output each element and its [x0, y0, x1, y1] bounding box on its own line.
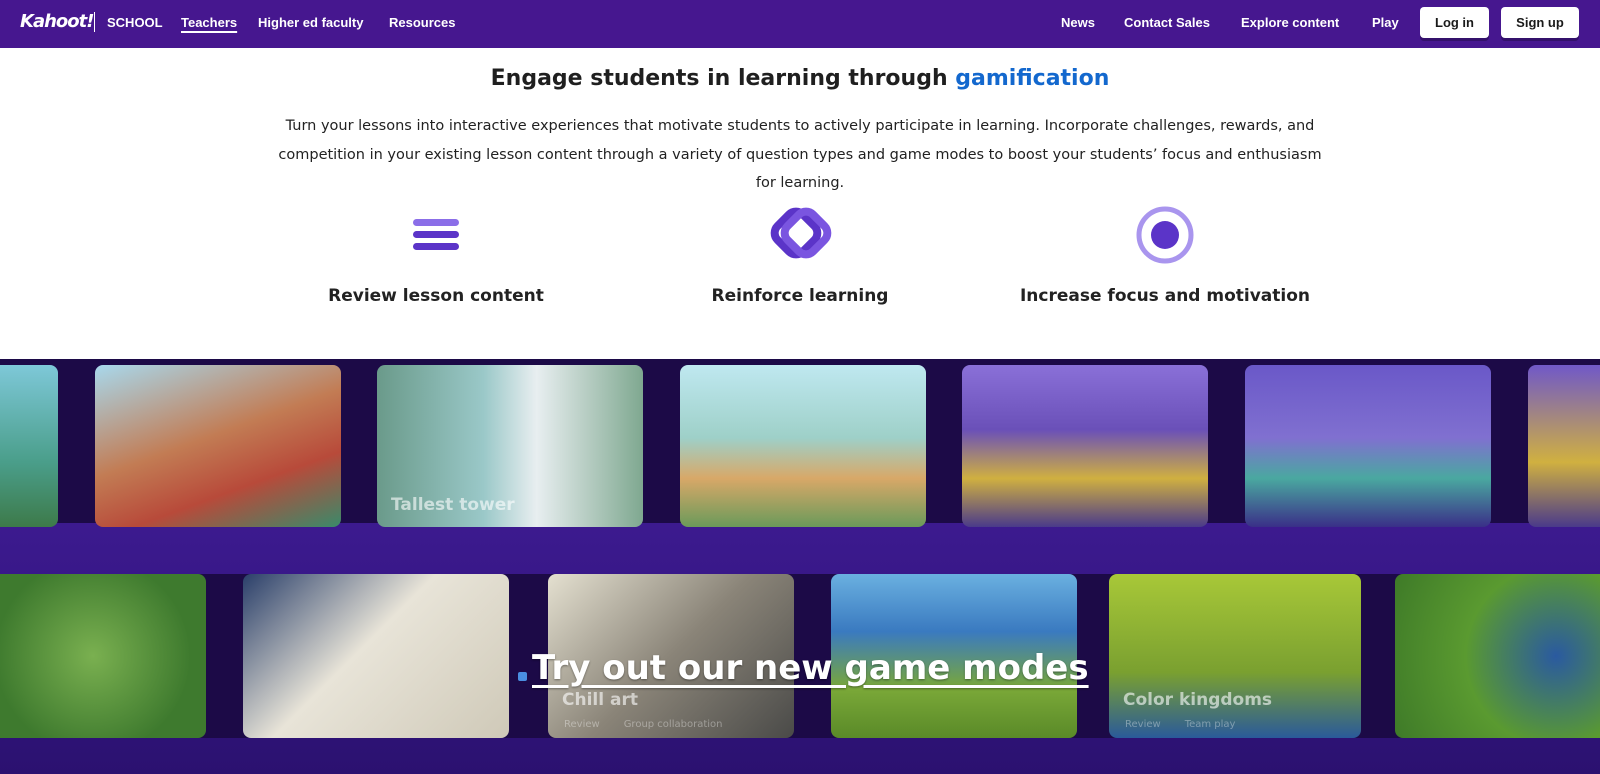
tag-review: Review — [1125, 719, 1161, 730]
nav-link-teachers[interactable]: Teachers — [181, 15, 237, 30]
feature-reinforce: Reinforce learning — [640, 204, 960, 306]
game-card[interactable] — [0, 574, 206, 738]
signup-button[interactable]: Sign up — [1501, 7, 1579, 38]
section-headline: Engage students in learning through gami… — [0, 66, 1600, 91]
try-game-modes-link[interactable]: Try out our new game modes — [532, 648, 1089, 688]
headline-accent: gamification — [955, 66, 1110, 91]
nav-link-contact-sales[interactable]: Contact Sales — [1124, 15, 1210, 30]
game-carousel-row-1: Tallest tower — [0, 359, 1600, 527]
game-card[interactable] — [0, 365, 58, 527]
nav-link-resources[interactable]: Resources — [389, 15, 455, 30]
game-card-tags: Review Group collaboration — [564, 719, 722, 730]
top-navigation: Kahoot! SCHOOL Teachers Higher ed facult… — [0, 0, 1600, 48]
headline-text: Engage students in learning through — [490, 66, 956, 91]
game-card[interactable] — [680, 365, 926, 527]
tag-team-play: Team play — [1184, 719, 1236, 730]
game-card[interactable]: Tallest tower — [377, 365, 643, 527]
game-card[interactable] — [1528, 365, 1600, 527]
game-card[interactable] — [95, 365, 341, 527]
linked-rings-icon — [640, 204, 960, 266]
tag-group-collaboration: Group collaboration — [623, 719, 723, 730]
nav-section-school[interactable]: SCHOOL — [107, 15, 163, 30]
game-card-tags: Review Team play — [1125, 719, 1235, 730]
cursor-marker — [518, 672, 527, 681]
nav-link-play[interactable]: Play — [1372, 15, 1399, 30]
tag-review: Review — [564, 719, 600, 730]
game-card-title: Color kingdoms — [1123, 690, 1273, 710]
game-card[interactable] — [962, 365, 1208, 527]
feature-focus: Increase focus and motivation — [1005, 204, 1325, 306]
kahoot-logo[interactable]: Kahoot! — [20, 11, 94, 32]
game-card-title: Tallest tower — [391, 495, 515, 515]
feature-label: Review lesson content — [328, 286, 544, 306]
feature-label: Reinforce learning — [711, 286, 889, 306]
feature-review: Review lesson content — [276, 204, 596, 306]
game-card-title: Chill art — [562, 690, 638, 710]
nav-link-explore-content[interactable]: Explore content — [1241, 15, 1339, 30]
game-card[interactable] — [1245, 365, 1491, 527]
lines-icon — [276, 204, 596, 266]
nav-link-higher-ed[interactable]: Higher ed faculty — [258, 15, 363, 30]
section-lead: Turn your lessons into interactive exper… — [278, 118, 1322, 191]
game-card[interactable] — [243, 574, 509, 738]
target-icon — [1005, 204, 1325, 266]
game-card[interactable] — [1395, 574, 1600, 738]
nav-divider — [94, 12, 95, 32]
feature-label: Increase focus and motivation — [1019, 286, 1311, 306]
login-button[interactable]: Log in — [1420, 7, 1489, 38]
game-modes-band: Tallest tower Chill art Review Group col… — [0, 359, 1600, 774]
game-card[interactable]: Color kingdoms Review Team play — [1109, 574, 1361, 738]
nav-link-news[interactable]: News — [1061, 15, 1095, 30]
